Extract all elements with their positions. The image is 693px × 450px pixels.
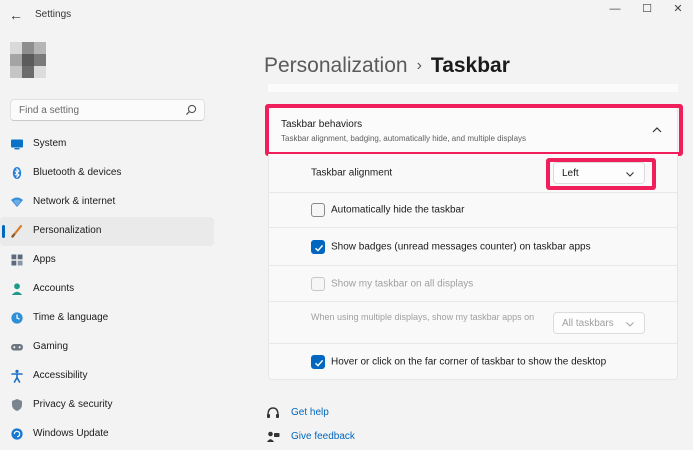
sidebar-item-personalization[interactable]: Personalization	[0, 217, 214, 246]
minimize-button[interactable]: —	[604, 2, 626, 16]
chevron-down-icon	[626, 322, 634, 327]
give-feedback-label[interactable]: Give feedback	[291, 431, 355, 442]
app-title: Settings	[35, 9, 72, 20]
shield-icon	[12, 399, 22, 411]
avatar[interactable]	[10, 42, 52, 84]
far-corner-label: Hover or click on the far corner of task…	[331, 356, 607, 367]
sidebar-item-time-language[interactable]: Time & language	[0, 304, 214, 333]
far-corner-checkbox[interactable]	[311, 354, 325, 369]
breadcrumb-parent[interactable]: Personalization	[264, 54, 408, 77]
far-corner-row: Hover or click on the far corner of task…	[268, 344, 678, 380]
help-icon	[267, 407, 279, 418]
person-icon	[11, 283, 23, 295]
sidebar-item-privacy-security[interactable]: Privacy & security	[0, 391, 214, 420]
feedback-icon	[267, 431, 280, 442]
sidebar-item-label: Windows Update	[33, 428, 109, 439]
search-input[interactable]: Find a setting	[19, 105, 79, 116]
checkmark-icon	[315, 359, 324, 367]
close-button[interactable]: ✕	[667, 2, 689, 16]
sidebar-item-label: Time & language	[33, 312, 109, 323]
sidebar-item-label: Bluetooth & devices	[33, 167, 122, 178]
update-icon	[11, 428, 23, 440]
breadcrumb: Personalization › Taskbar	[264, 54, 510, 78]
all-displays-label: Show my taskbar on all displays	[331, 278, 474, 289]
sidebar-item-apps[interactable]: Apps	[0, 246, 214, 275]
globe-clock-icon	[11, 312, 23, 324]
monitor-icon	[11, 139, 23, 150]
sidebar-item-bluetooth[interactable]: Bluetooth & devices	[0, 159, 214, 188]
sidebar-item-accounts[interactable]: Accounts	[0, 275, 214, 304]
multi-display-dropdown[interactable]: All taskbars	[553, 312, 645, 334]
breadcrumb-separator: ›	[416, 57, 422, 74]
sidebar-item-gaming[interactable]: Gaming	[0, 333, 214, 362]
accessibility-icon	[11, 369, 23, 383]
sidebar-item-label: Accounts	[33, 283, 75, 294]
dropdown-value: All taskbars	[562, 318, 614, 329]
auto-hide-row: Automatically hide the taskbar	[268, 193, 678, 228]
all-displays-row: Show my taskbar on all displays	[268, 266, 678, 302]
selection-indicator	[2, 225, 5, 238]
sidebar-item-label: Network & internet	[33, 196, 116, 207]
all-displays-checkbox[interactable]	[311, 276, 325, 291]
back-button[interactable]: ←	[6, 6, 26, 24]
sidebar-nav: System Bluetooth & devices Network & int…	[0, 130, 214, 449]
scrolled-card-edge	[268, 84, 678, 92]
sidebar-item-label: Privacy & security	[33, 399, 113, 410]
search-box[interactable]: Find a setting	[10, 99, 205, 121]
taskbar-alignment-label: Taskbar alignment	[311, 167, 393, 179]
apps-icon	[11, 254, 23, 266]
get-help-label[interactable]: Get help	[291, 407, 329, 418]
badges-row: Show badges (unread messages counter) on…	[268, 228, 678, 266]
sidebar-item-label: System	[33, 138, 67, 149]
multi-display-row: When using multiple displays, show my ta…	[268, 302, 678, 344]
title-bar: ← Settings — ☐ ✕	[0, 0, 693, 30]
sidebar-item-network[interactable]: Network & internet	[0, 188, 214, 217]
sidebar-item-accessibility[interactable]: Accessibility	[0, 362, 214, 391]
checkmark-icon	[315, 244, 324, 252]
highlight-box	[265, 104, 683, 156]
highlight-box	[546, 158, 656, 190]
page-title: Taskbar	[430, 54, 510, 77]
badges-checkbox[interactable]	[311, 239, 325, 254]
gamepad-icon	[11, 344, 23, 351]
auto-hide-checkbox[interactable]	[311, 203, 325, 217]
sidebar-item-label: Accessibility	[33, 370, 88, 381]
multi-display-label: When using multiple displays, show my ta…	[311, 312, 535, 322]
sidebar-item-system[interactable]: System	[0, 130, 214, 159]
sidebar-item-windows-update[interactable]: Windows Update	[0, 420, 214, 449]
auto-hide-label: Automatically hide the taskbar	[331, 204, 465, 216]
badges-label: Show badges (unread messages counter) on…	[331, 241, 591, 252]
sidebar-item-label: Gaming	[33, 341, 69, 352]
wifi-icon	[11, 197, 23, 207]
bluetooth-icon	[12, 167, 22, 179]
search-icon[interactable]	[184, 103, 198, 117]
sidebar-item-label: Apps	[33, 254, 56, 265]
sidebar-item-label: Personalization	[33, 225, 102, 236]
brush-icon	[11, 224, 23, 238]
maximize-button[interactable]: ☐	[636, 2, 658, 16]
